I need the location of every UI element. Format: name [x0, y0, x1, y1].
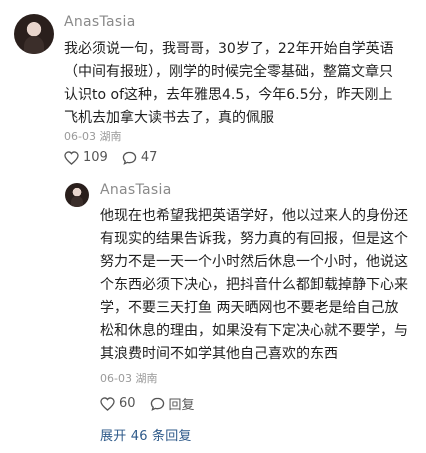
- reply-label: 回复: [168, 398, 195, 413]
- reply-like-count: 60: [119, 396, 136, 411]
- comment-bubble-icon: [122, 151, 137, 165]
- reply-like-button[interactable]: 60: [100, 396, 136, 411]
- like-count: 109: [83, 150, 108, 165]
- comment-bubble-icon: [150, 397, 164, 411]
- reply-button[interactable]: 47: [122, 150, 158, 165]
- heart-icon: [100, 396, 115, 411]
- reply-username[interactable]: AnasTasia: [100, 182, 172, 198]
- reply-avatar[interactable]: [65, 183, 89, 207]
- avatar[interactable]: [14, 14, 54, 54]
- reply-reply-button[interactable]: 回复: [150, 394, 195, 413]
- reply-actions: 60 回复: [100, 394, 209, 413]
- like-button[interactable]: 109: [64, 150, 108, 165]
- reply-meta: 06-03 湖南: [100, 372, 158, 385]
- comment-actions: 109 47: [64, 150, 171, 165]
- comment-text: 我必须说一句，我哥哥，30岁了，22年开始自学英语（中间有报班），刚学的时候完全…: [64, 41, 394, 126]
- reply-text: 他现在也希望我把英语学好，他以过来人的身份还有现实的结果告诉我，努力真的有回报，…: [100, 208, 408, 362]
- expand-replies-link[interactable]: 展开 46 条回复: [100, 425, 192, 444]
- heart-icon: [64, 150, 79, 165]
- comment-username[interactable]: AnasTasia: [64, 14, 136, 30]
- reply-count: 47: [140, 150, 158, 165]
- comment-meta: 06-03 湖南: [64, 130, 122, 143]
